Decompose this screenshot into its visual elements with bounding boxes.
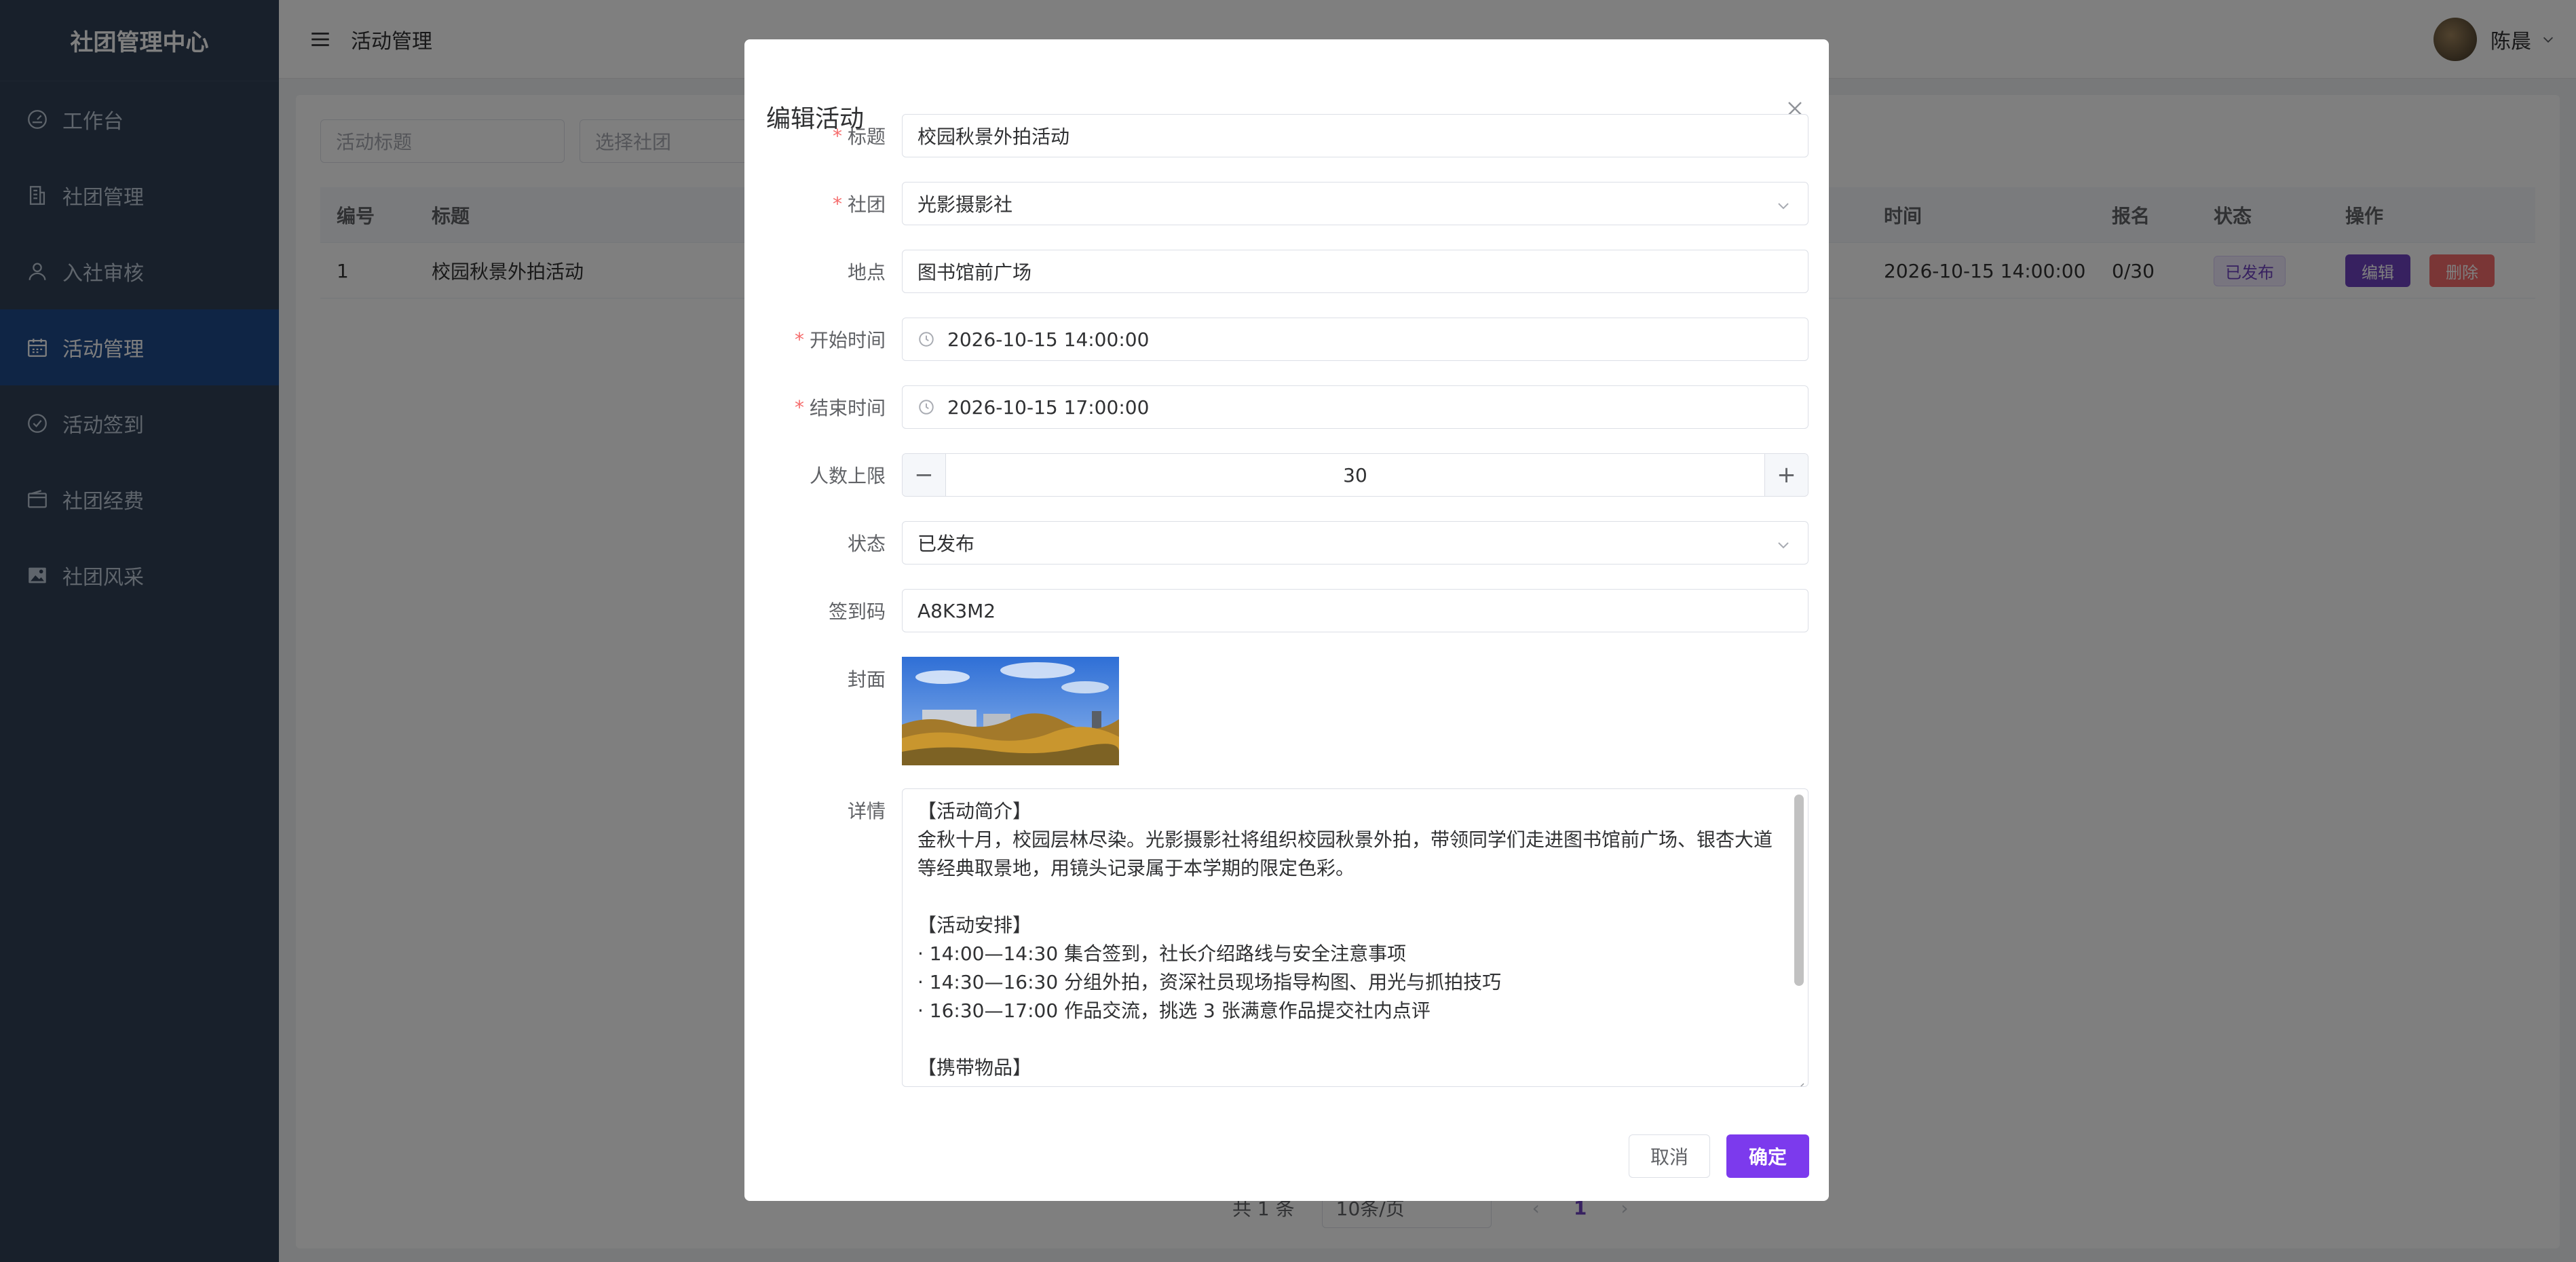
- form-row-title: * 标题 校园秋景外拍活动: [744, 114, 1829, 157]
- form-row-detail: 详情 【活动简介】 金秋十月，校园层林尽染。光影摄影社将组织校园秋景外拍，带领同…: [744, 788, 1829, 1087]
- detail-line: 等经典取景地，用镜头记录属于本学期的限定色彩。: [917, 857, 1355, 879]
- checkin-code-input[interactable]: A8K3M2: [902, 589, 1808, 632]
- required-mark: *: [794, 396, 804, 419]
- detail-label: 详情: [847, 800, 886, 822]
- confirm-button[interactable]: 确定: [1726, 1134, 1809, 1178]
- detail-line: [917, 883, 1774, 911]
- end-time-value: 2026-10-15 17:00:00: [947, 396, 1150, 419]
- form-row-status: 状态 已发布: [744, 521, 1829, 565]
- edit-activity-dialog: 编辑活动 *标题 校园秋景外拍活动 *社团 光影摄影社 地点 图书馆前广场: [744, 39, 1829, 1201]
- title-input[interactable]: 校园秋景外拍活动: [902, 114, 1808, 157]
- start-time-picker[interactable]: 2026-10-15 14:00:00: [902, 318, 1808, 361]
- detail-line: · 14:30—16:30 分组外拍，资深社员现场指导构图、用光与抓拍技巧: [917, 971, 1502, 993]
- required-mark: *: [794, 328, 804, 351]
- app-root: 社团管理中心 工作台 社团管理 入社审核 活动管理: [0, 0, 2576, 1262]
- required-mark: *: [832, 124, 842, 147]
- cover-image[interactable]: [902, 657, 1119, 765]
- form-row-end-time: * 结束时间 2026-10-15 17:00:00: [744, 385, 1829, 429]
- required-mark: *: [832, 192, 842, 215]
- detail-line: 【携带物品】: [917, 1056, 1032, 1079]
- start-time-value: 2026-10-15 14:00:00: [947, 328, 1150, 351]
- detail-textarea[interactable]: 【活动简介】 金秋十月，校园层林尽染。光影摄影社将组织校园秋景外拍，带领同学们走…: [902, 788, 1808, 1087]
- limit-value[interactable]: 30: [946, 454, 1764, 496]
- location-label: 地点: [847, 261, 886, 284]
- increase-button[interactable]: +: [1764, 454, 1808, 496]
- club-select-value: 光影摄影社: [917, 193, 1013, 216]
- club-label: * 社团: [832, 192, 886, 216]
- form-row-location: 地点 图书馆前广场: [744, 250, 1829, 293]
- start-time-label: * 开始时间: [794, 328, 886, 352]
- limit-label: 人数上限: [809, 465, 886, 487]
- detail-line: [917, 1025, 1774, 1054]
- detail-line: 【活动安排】: [917, 914, 1032, 936]
- cancel-button[interactable]: 取消: [1629, 1134, 1710, 1178]
- status-label: 状态: [847, 533, 886, 555]
- checkin-code-label: 签到码: [828, 600, 886, 623]
- clock-icon: [917, 398, 935, 416]
- end-time-picker[interactable]: 2026-10-15 17:00:00: [902, 385, 1808, 429]
- status-select-value: 已发布: [917, 533, 975, 555]
- detail-line: 金秋十月，校园层林尽染。光影摄影社将组织校园秋景外拍，带领同学们走进图书馆前广场…: [917, 828, 1773, 851]
- detail-line: 【活动简介】: [917, 800, 1032, 822]
- status-select[interactable]: 已发布: [902, 521, 1808, 565]
- end-time-label: * 结束时间: [794, 396, 886, 420]
- chevron-down-icon: [1775, 196, 1792, 212]
- detail-line: · 14:00—14:30 集合签到，社长介绍路线与安全注意事项: [917, 942, 1407, 965]
- cover-label: 封面: [847, 668, 886, 691]
- form-row-start-time: * 开始时间 2026-10-15 14:00:00: [744, 318, 1829, 361]
- form-row-checkin-code: 签到码 A8K3M2: [744, 589, 1829, 632]
- limit-stepper: − 30 +: [902, 453, 1808, 497]
- club-select[interactable]: 光影摄影社: [902, 182, 1808, 225]
- chevron-down-icon: [1775, 535, 1792, 552]
- form-row-club: * 社团 光影摄影社: [744, 182, 1829, 225]
- title-label: * 标题: [832, 124, 886, 149]
- resize-handle-icon[interactable]: [1793, 1071, 1805, 1086]
- detail-line: · 16:30—17:00 作品交流，挑选 3 张满意作品提交社内点评: [917, 999, 1431, 1022]
- decrease-button[interactable]: −: [903, 454, 946, 496]
- form-row-cover: 封面: [744, 657, 1829, 765]
- form-row-limit: 人数上限 − 30 +: [744, 453, 1829, 497]
- textarea-scrollbar[interactable]: [1794, 795, 1804, 986]
- clock-icon: [917, 330, 935, 348]
- location-input[interactable]: 图书馆前广场: [902, 250, 1808, 293]
